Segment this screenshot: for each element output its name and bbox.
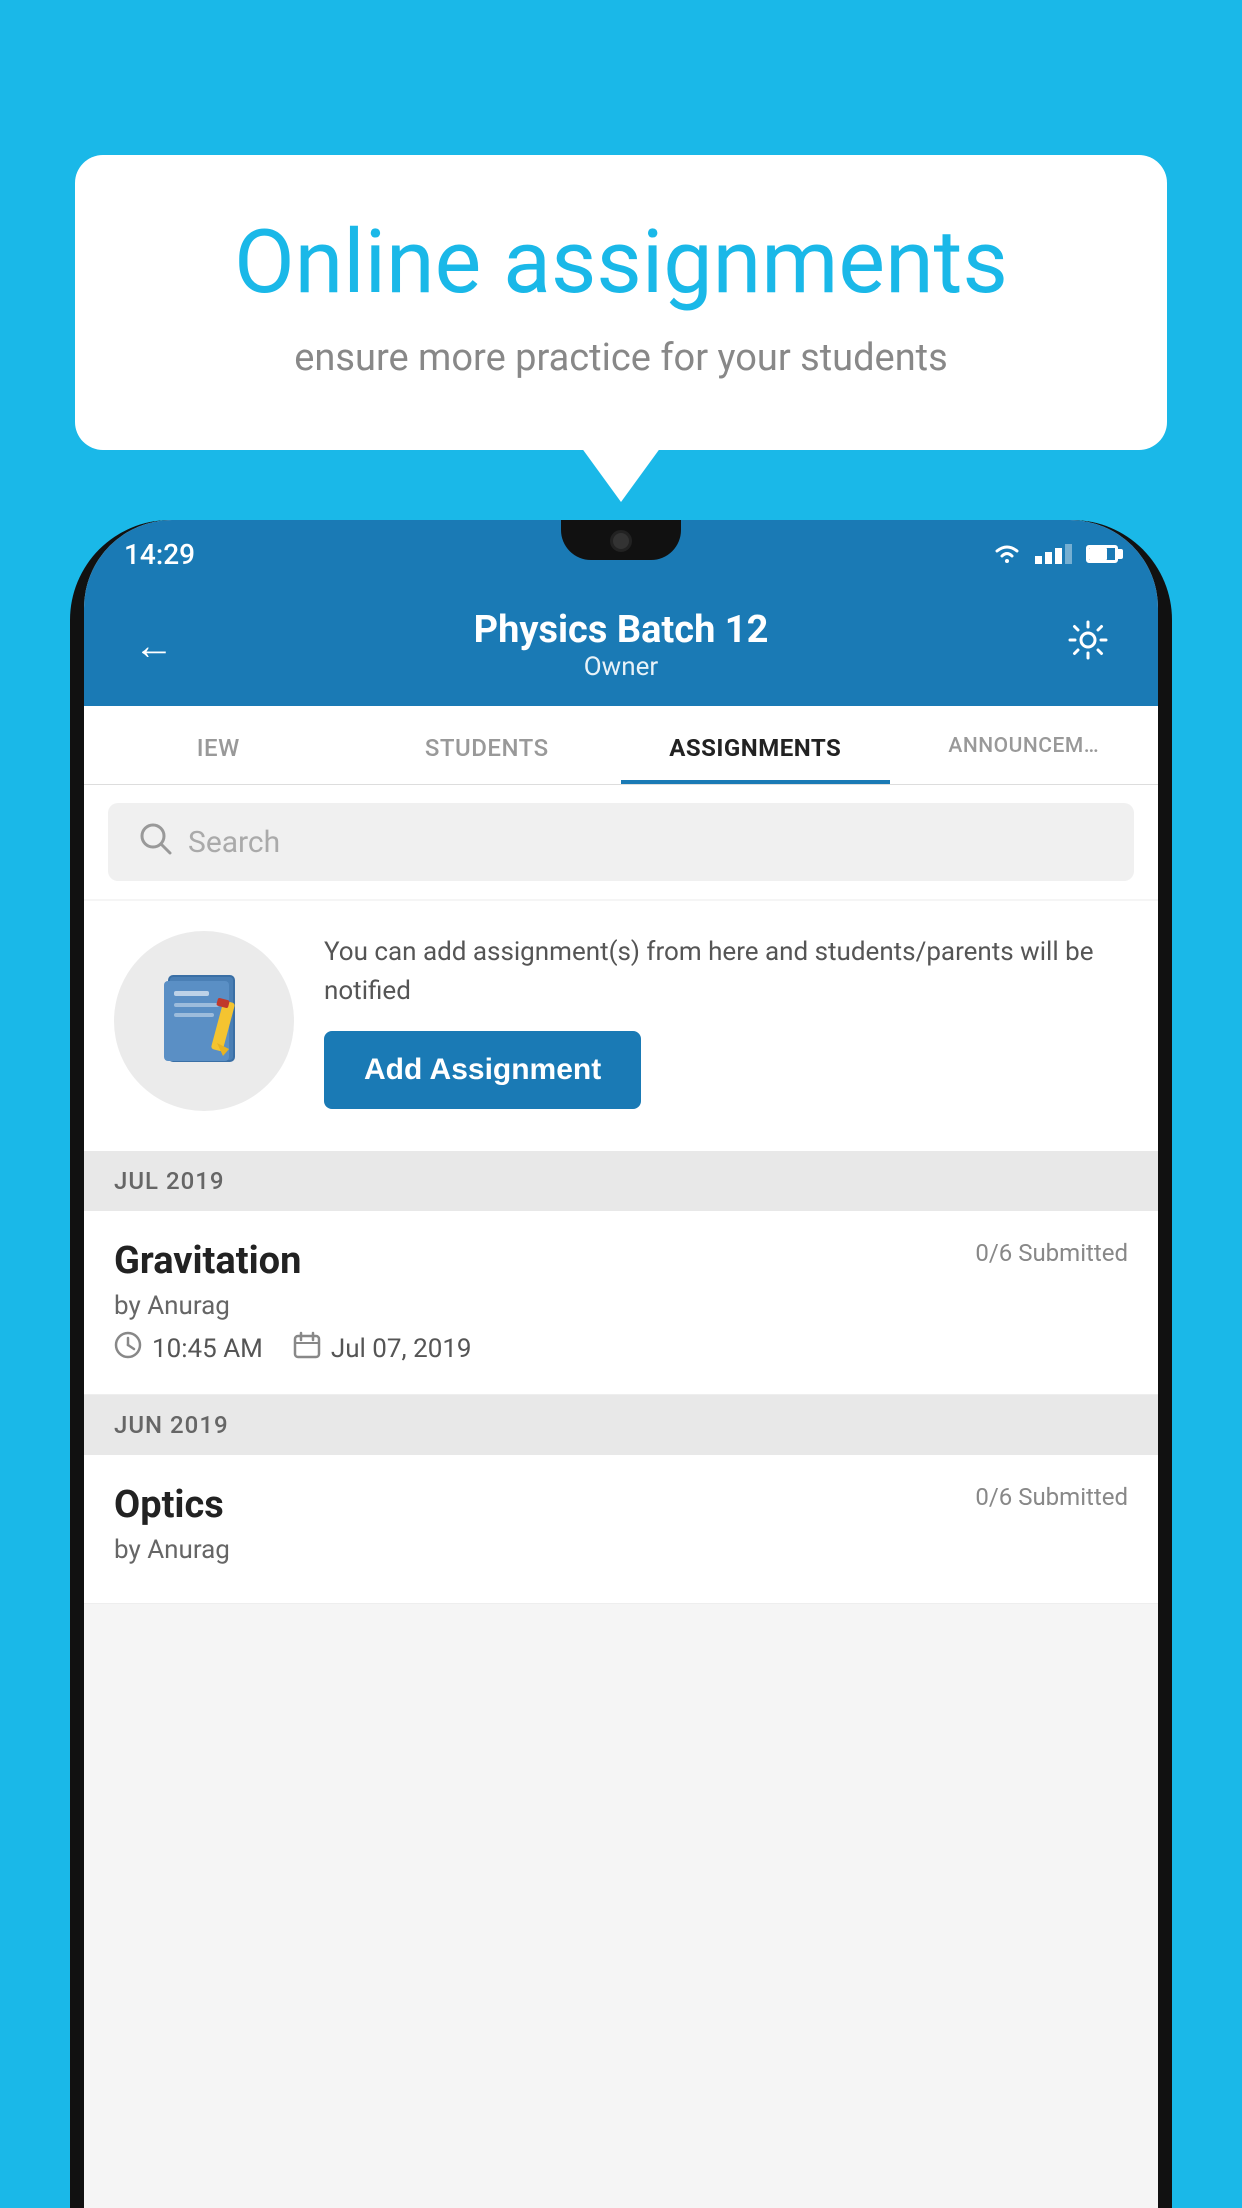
speech-bubble-container: Online assignments ensure more practice … (75, 155, 1167, 450)
promo-text: You can add assignment(s) from here and … (324, 933, 1128, 1011)
speech-bubble: Online assignments ensure more practice … (75, 155, 1167, 450)
notch-camera (610, 530, 632, 552)
section-header-jul: JUL 2019 (84, 1151, 1158, 1211)
status-time: 14:29 (124, 538, 195, 571)
add-assignment-button[interactable]: Add Assignment (324, 1031, 641, 1109)
assignment-item-gravitation[interactable]: Gravitation 0/6 Submitted by Anurag (84, 1211, 1158, 1395)
tab-overview[interactable]: IEW (84, 706, 353, 784)
wifi-icon (993, 543, 1021, 565)
header-title: Physics Batch 12 (474, 608, 769, 652)
promo-icon-circle (114, 931, 294, 1111)
assignment-name: Gravitation (114, 1239, 301, 1283)
speech-bubble-subtitle: ensure more practice for your students (155, 336, 1087, 380)
assignment-submitted: 0/6 Submitted (975, 1239, 1128, 1267)
assignment-date: Jul 07, 2019 (293, 1331, 472, 1366)
tab-students[interactable]: STUDENTS (353, 706, 622, 784)
promo-right: You can add assignment(s) from here and … (324, 933, 1128, 1109)
notebook-icon (159, 971, 249, 1071)
phone-frame: 14:29 (70, 520, 1172, 2208)
signal-icon (1035, 544, 1072, 564)
add-assignment-promo: You can add assignment(s) from here and … (84, 901, 1158, 1151)
tabs-bar: IEW STUDENTS ASSIGNMENTS ANNOUNCEM… (84, 706, 1158, 785)
assignment-submitted-optics: 0/6 Submitted (975, 1483, 1128, 1511)
assignment-by-optics: by Anurag (114, 1535, 1128, 1565)
search-bar[interactable]: Search (108, 803, 1134, 881)
assignment-top-optics: Optics 0/6 Submitted (114, 1483, 1128, 1527)
section-header-jun: JUN 2019 (84, 1395, 1158, 1455)
assignment-date-value: Jul 07, 2019 (331, 1334, 472, 1364)
settings-icon[interactable] (1058, 619, 1118, 671)
search-input-placeholder[interactable]: Search (188, 825, 280, 860)
phone-screen: 14:29 (84, 520, 1158, 2208)
header-title-group: Physics Batch 12 Owner (474, 608, 769, 682)
clock-icon (114, 1331, 142, 1366)
status-bar: 14:29 (84, 520, 1158, 588)
assignment-time: 10:45 AM (114, 1331, 263, 1366)
battery-icon (1086, 545, 1118, 563)
search-icon (138, 821, 172, 863)
header-subtitle: Owner (474, 652, 769, 682)
calendar-icon (293, 1331, 321, 1366)
notch (561, 520, 681, 560)
search-container: Search (84, 785, 1158, 899)
tab-assignments[interactable]: ASSIGNMENTS (621, 706, 890, 784)
status-icons (993, 543, 1118, 565)
assignment-item-optics[interactable]: Optics 0/6 Submitted by Anurag (84, 1455, 1158, 1604)
tab-announcements[interactable]: ANNOUNCEM… (890, 706, 1159, 784)
app-header: ← Physics Batch 12 Owner (84, 588, 1158, 706)
assignment-name-optics: Optics (114, 1483, 224, 1527)
assignment-time-value: 10:45 AM (152, 1334, 263, 1364)
assignment-top: Gravitation 0/6 Submitted (114, 1239, 1128, 1283)
background: Online assignments ensure more practice … (0, 0, 1242, 2208)
speech-bubble-title: Online assignments (155, 215, 1087, 312)
back-button[interactable]: ← (124, 622, 184, 669)
assignment-by: by Anurag (114, 1291, 1128, 1321)
assignment-meta: 10:45 AM Jul 07, 2019 (114, 1331, 1128, 1366)
